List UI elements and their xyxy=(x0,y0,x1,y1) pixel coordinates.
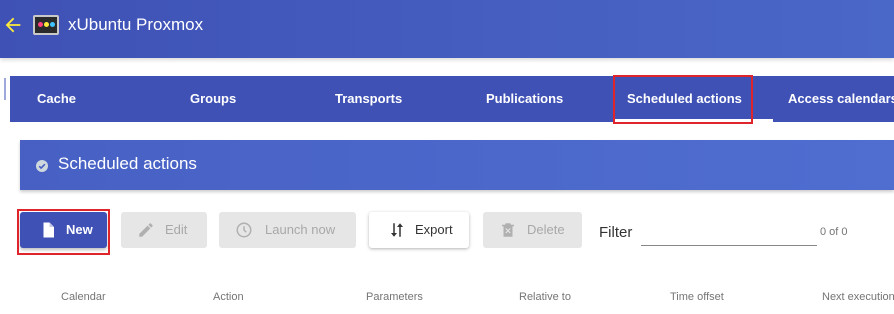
page-title: xUbuntu Proxmox xyxy=(68,15,204,34)
tab-access-calendars[interactable]: Access calendars xyxy=(788,76,894,122)
filter-label: Filter xyxy=(599,224,633,241)
sort-arrows-icon xyxy=(391,223,403,237)
export-button[interactable]: Export xyxy=(369,212,469,248)
trash-icon xyxy=(502,223,514,237)
highlight-new-button xyxy=(17,209,110,255)
tab-publications[interactable]: Publications xyxy=(486,76,563,122)
app-header: xUbuntu Proxmox xyxy=(0,0,894,58)
export-button-label: Export xyxy=(415,222,453,237)
highlight-scheduled-actions-tab xyxy=(613,75,753,124)
check-circle-icon xyxy=(36,160,48,172)
tabbar-scroll-edge xyxy=(4,78,6,100)
edit-button-label: Edit xyxy=(165,222,188,237)
tab-cache[interactable]: Cache xyxy=(37,76,76,122)
column-header-action[interactable]: Action xyxy=(213,291,244,303)
column-header-time-offset[interactable]: Time offset xyxy=(670,291,724,303)
back-arrow-icon[interactable] xyxy=(2,14,24,36)
section-header: Scheduled actions xyxy=(20,140,894,190)
pagination-count: 0 of 0 xyxy=(820,226,848,238)
delete-button[interactable]: Delete xyxy=(483,212,582,248)
tab-groups[interactable]: Groups xyxy=(190,76,236,122)
column-header-relative-to[interactable]: Relative to xyxy=(519,291,571,303)
column-header-parameters[interactable]: Parameters xyxy=(366,291,423,303)
tab-transports[interactable]: Transports xyxy=(335,76,402,122)
column-header-calendar[interactable]: Calendar xyxy=(61,291,106,303)
edit-button[interactable]: Edit xyxy=(121,212,207,248)
launch-now-button-label: Launch now xyxy=(265,222,336,237)
clock-icon xyxy=(236,222,252,238)
launch-now-button[interactable]: Launch now xyxy=(219,212,356,248)
filter-input[interactable] xyxy=(641,216,817,246)
tab-bar: Cache Groups Transports Publications Sch… xyxy=(10,76,894,122)
section-title: Scheduled actions xyxy=(58,154,197,173)
delete-button-label: Delete xyxy=(527,222,565,237)
virtual-machine-icon xyxy=(33,15,59,35)
column-header-next-execution[interactable]: Next execution xyxy=(822,291,894,303)
pencil-icon xyxy=(139,223,153,237)
